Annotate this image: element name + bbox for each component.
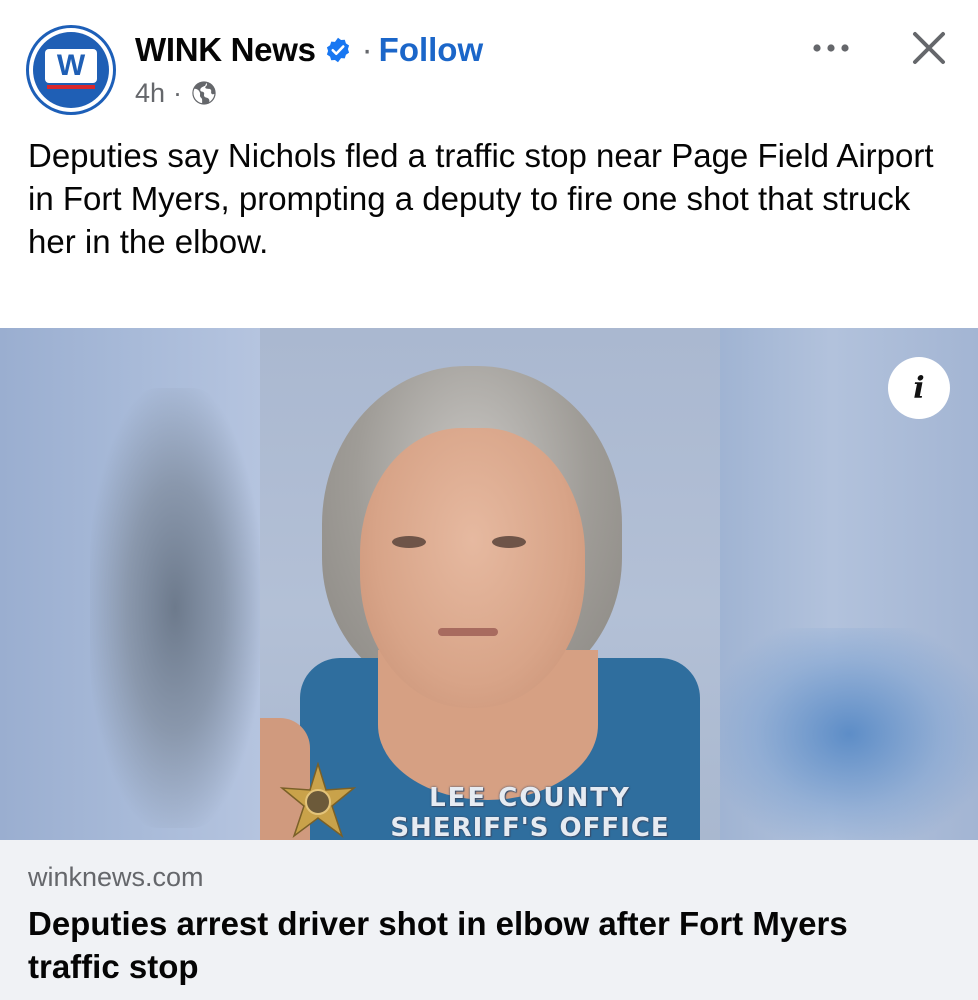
follow-button[interactable]: Follow [379,31,483,69]
page-avatar[interactable]: W [26,25,116,115]
verified-badge-icon [326,37,349,63]
post-header: W WINK News · Follow 4h · [0,0,978,125]
more-options-icon [813,44,849,52]
info-icon: i [913,370,925,406]
post-caption: Deputies say Nichols fled a traffic stop… [28,137,934,260]
face-shape [360,428,585,708]
sheriff-watermark: LEE COUNTY SHERIFF'S OFFICE [340,783,720,840]
left-eye [392,536,426,548]
wink-logo-letter: W [45,49,97,83]
right-eye [492,536,526,548]
name-separator: · [361,31,373,68]
meta-separator: · [173,77,183,108]
mouth [438,628,498,636]
link-domain: winknews.com [28,862,204,892]
blurred-background-right [720,628,978,840]
name-row: WINK News · Follow [135,28,483,72]
post-image[interactable]: LEE COUNTY SHERIFF'S OFFICE [0,328,978,840]
more-options-button[interactable] [806,30,856,66]
post-meta: 4h · [135,76,218,110]
watermark-line2: SHERIFF'S OFFICE [390,813,670,840]
watermark-line1: LEE COUNTY [429,783,631,813]
blurred-background-left [90,388,260,828]
wink-logo-stripe [47,85,95,89]
page-name-link[interactable]: WINK News [135,31,316,69]
post-timestamp[interactable]: 4h [135,78,165,109]
wink-logo: W [33,32,109,108]
info-button[interactable]: i [888,357,950,419]
close-icon[interactable] [905,24,953,72]
link-headline[interactable]: Deputies arrest driver shot in elbow aft… [28,902,948,988]
globe-icon [192,81,216,105]
